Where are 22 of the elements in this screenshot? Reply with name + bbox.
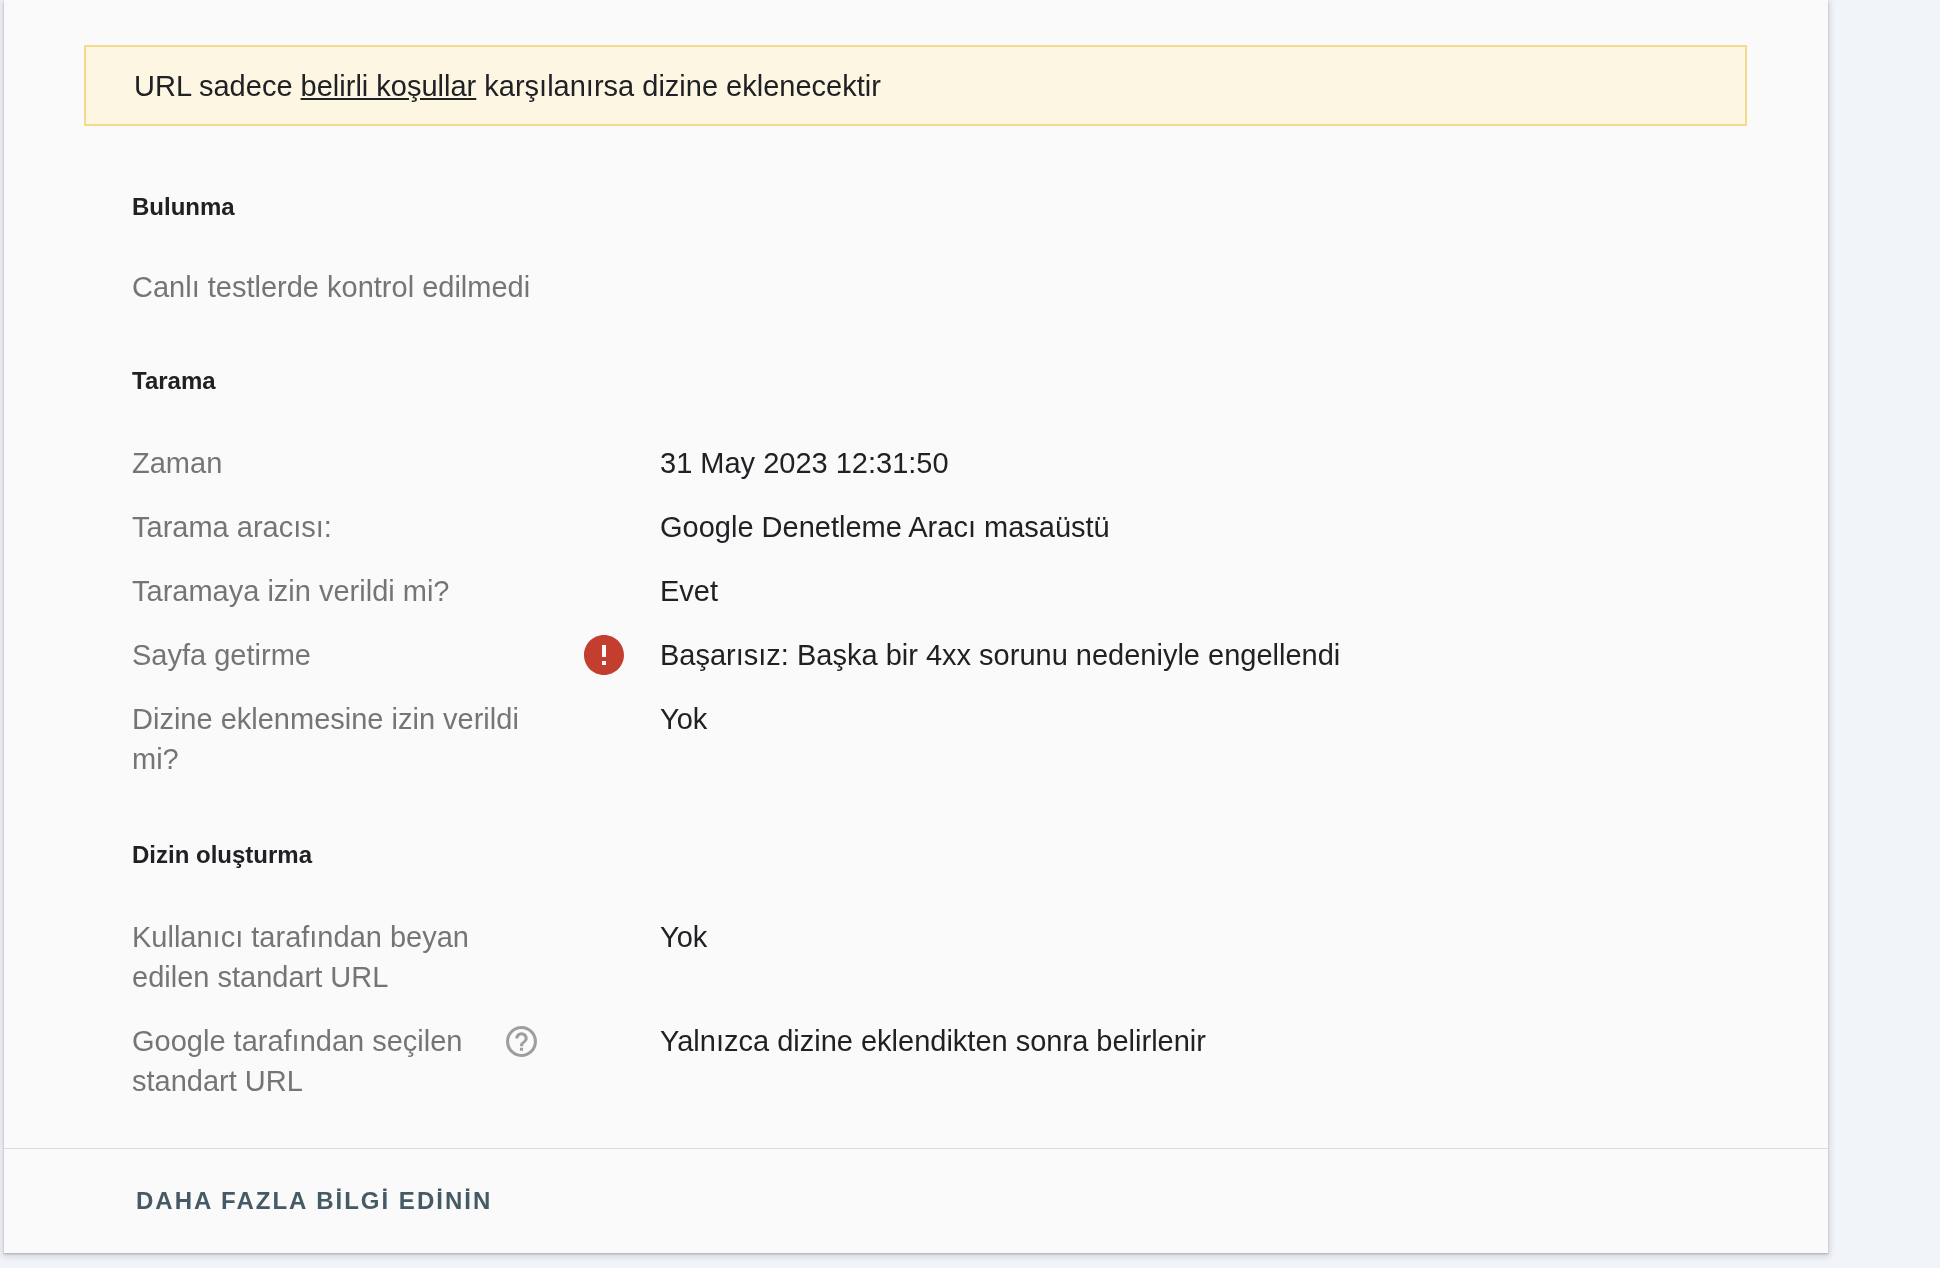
field-value: Google Denetleme Aracı masaüstü — [660, 510, 1110, 545]
field-label: Tarama aracısı: — [132, 510, 332, 545]
field-value: Yok — [660, 920, 708, 955]
field-label: Zaman — [132, 446, 223, 481]
field-label: Sayfa getirme — [132, 638, 311, 673]
field-label: Google tarafından seçilen standart URL — [132, 1024, 464, 1099]
field-value: Yok — [660, 702, 708, 737]
help-icon[interactable] — [506, 1026, 537, 1057]
section-heading: Tarama — [132, 366, 216, 396]
banner-message: URL sadece belirli koşullar karşılanırsa dizine eklenecektir — [134, 68, 881, 104]
section-note: Canlı testlerde kontrol edilmedi — [132, 270, 531, 305]
field-label: Taramaya izin verildi mi? — [132, 574, 450, 609]
field-value: Başarısız: Başka bir 4xx sorunu nedeniyle engellendi — [660, 638, 1341, 673]
conditions-link[interactable]: belirli koşullar — [300, 69, 477, 102]
field-value: Evet — [660, 574, 719, 609]
field-label: Kullanıcı tarafından beyan edilen standart URL — [132, 920, 470, 995]
field-label: Dizine eklenmesine izin verildi mi? — [132, 702, 520, 777]
learn-more-button[interactable]: DAHA FAZLA BİLGİ EDİNİN — [128, 1173, 501, 1229]
section-heading: Dizin oluşturma — [132, 840, 312, 870]
section-heading: Bulunma — [132, 192, 235, 222]
field-value: 31 May 2023 12:31:50 — [660, 446, 949, 481]
field-value: Yalnızca dizine eklendikten sonra belirlenir — [660, 1024, 1206, 1059]
